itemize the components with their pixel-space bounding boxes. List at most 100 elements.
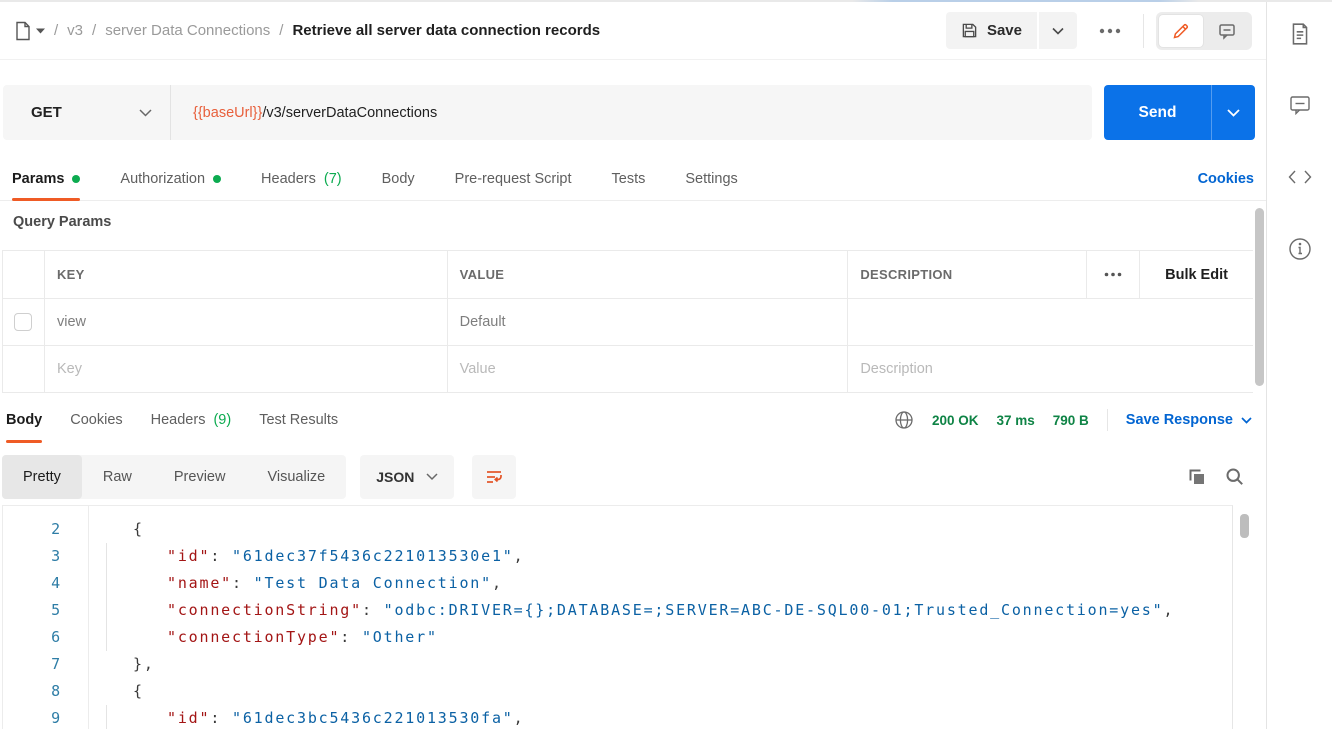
column-header-value: VALUE <box>448 251 849 298</box>
request-tab[interactable]: Headers (7) <box>261 158 342 200</box>
request-tab-bar: Params Authorization Headers (7) Body Pr… <box>0 158 1266 201</box>
code-line: 9 "id": "61dec3bc5436c221013530fa", <box>3 705 1232 729</box>
request-url-container: GET {{baseUrl}}/v3/serverDataConnections <box>3 85 1092 140</box>
sidebar-code-button[interactable] <box>1286 163 1314 191</box>
request-tab[interactable]: Authorization <box>120 158 221 200</box>
response-body-viewer[interactable]: 2 { 3 "id": "61dec37f5436c221013530e1", … <box>2 505 1233 729</box>
line-number: 5 <box>3 597 88 624</box>
cookies-link[interactable]: Cookies <box>1198 171 1254 187</box>
param-value[interactable]: Default <box>448 299 849 345</box>
copy-icon <box>1187 467 1207 487</box>
more-horizontal-icon <box>1099 28 1121 34</box>
response-view-tab[interactable]: Visualize <box>246 455 346 499</box>
response-scrollbar[interactable] <box>1240 514 1249 538</box>
breadcrumb-request-title[interactable]: Retrieve all server data connection reco… <box>292 22 600 39</box>
new-value-input[interactable]: Value <box>448 346 849 392</box>
response-tab[interactable]: Test Results <box>259 398 338 442</box>
chevron-down-caret-icon <box>36 28 45 34</box>
response-time: 37 ms <box>996 413 1034 428</box>
send-options-button[interactable] <box>1211 85 1255 140</box>
response-tab[interactable]: Headers (9) <box>151 398 232 442</box>
save-button[interactable]: Save <box>946 12 1037 49</box>
more-options-button[interactable] <box>1089 20 1131 42</box>
code-text: "id": "61dec37f5436c221013530e1", <box>88 543 1232 570</box>
request-tab[interactable]: Pre-request Script <box>455 158 572 200</box>
send-button[interactable]: Send <box>1104 85 1211 140</box>
request-tab[interactable]: Body <box>382 158 415 200</box>
tab-status-dot <box>213 175 221 183</box>
line-number: 2 <box>3 516 88 543</box>
url-input[interactable]: {{baseUrl}}/v3/serverDataConnections <box>171 85 437 140</box>
sidebar-comments-button[interactable] <box>1286 91 1314 119</box>
search-response-button[interactable] <box>1225 467 1245 487</box>
code-text: "id": "61dec3bc5436c221013530fa", <box>88 705 1232 729</box>
request-type-dropdown[interactable] <box>14 21 45 41</box>
response-tab[interactable]: Body <box>6 398 42 442</box>
new-key-input[interactable]: Key <box>45 346 448 392</box>
save-response-button[interactable]: Save Response <box>1126 412 1252 428</box>
tab-label: Tests <box>612 171 646 187</box>
line-number: 4 <box>3 570 88 597</box>
bulk-edit-button[interactable]: Bulk Edit <box>1140 251 1253 298</box>
status-code: 200 OK <box>932 413 979 428</box>
tab-label: Body <box>6 412 42 428</box>
param-description[interactable] <box>848 299 1253 345</box>
header-actions: Save <box>946 12 1252 50</box>
wrap-text-icon <box>484 467 504 487</box>
wrap-text-button[interactable] <box>472 455 516 499</box>
save-response-label: Save Response <box>1126 412 1233 428</box>
chevron-down-icon <box>426 473 438 481</box>
sidebar-documentation-button[interactable] <box>1286 20 1314 48</box>
tab-count: (7) <box>324 171 342 187</box>
request-tab[interactable]: Tests <box>612 158 646 200</box>
tab-label: Pre-request Script <box>455 171 572 187</box>
request-tab[interactable]: Settings <box>685 158 737 200</box>
line-number: 6 <box>3 624 88 651</box>
method-select[interactable]: GET <box>3 85 171 140</box>
save-button-label: Save <box>987 22 1022 39</box>
row-checkbox[interactable] <box>14 313 32 331</box>
param-key[interactable]: view <box>45 299 448 345</box>
request-url-row: GET {{baseUrl}}/v3/serverDataConnections… <box>3 85 1255 140</box>
code-line: 3 "id": "61dec37f5436c221013530e1", <box>3 543 1232 570</box>
chevron-down-icon <box>1052 27 1064 35</box>
code-icon <box>1288 167 1312 187</box>
globe-icon[interactable] <box>894 410 914 430</box>
breadcrumb-collection[interactable]: v3 <box>67 22 83 39</box>
tab-label: Test Results <box>259 412 338 428</box>
info-icon <box>1288 237 1312 261</box>
edit-mode-button[interactable] <box>1159 15 1203 47</box>
response-tools <box>1187 467 1253 487</box>
breadcrumb-separator: / <box>92 22 96 39</box>
params-scrollbar[interactable] <box>1255 208 1264 386</box>
code-text: "name": "Test Data Connection", <box>88 570 1232 597</box>
breadcrumb: / v3 / server Data Connections / Retriev… <box>14 21 600 41</box>
url-variable: {{baseUrl}} <box>193 105 262 121</box>
method-label: GET <box>31 104 62 121</box>
response-tab[interactable]: Cookies <box>70 398 122 442</box>
response-view-segmented-control: PrettyRawPreviewVisualize <box>2 455 346 499</box>
save-button-group: Save <box>946 12 1077 49</box>
save-options-button[interactable] <box>1039 12 1077 49</box>
breadcrumb-folder[interactable]: server Data Connections <box>105 22 270 39</box>
response-status-bar: 200 OK 37 ms 790 B Save Response <box>894 398 1252 442</box>
save-floppy-icon <box>961 22 978 39</box>
new-description-input[interactable]: Description <box>848 346 1253 392</box>
format-select[interactable]: JSON <box>360 455 454 499</box>
response-view-tab[interactable]: Pretty <box>2 455 82 499</box>
request-tab[interactable]: Params <box>12 158 80 200</box>
param-row: view Default <box>3 299 1253 346</box>
search-icon <box>1225 467 1245 487</box>
code-line: 7 }, <box>3 651 1232 678</box>
response-view-tab[interactable]: Preview <box>153 455 247 499</box>
copy-response-button[interactable] <box>1187 467 1207 487</box>
column-options-button[interactable] <box>1087 251 1140 298</box>
query-params-title: Query Params <box>13 214 111 230</box>
sidebar-info-button[interactable] <box>1286 235 1314 263</box>
comment-icon <box>1218 22 1236 40</box>
code-text: { <box>88 678 1232 705</box>
comment-mode-button[interactable] <box>1205 15 1249 47</box>
url-path: /v3/serverDataConnections <box>262 105 437 121</box>
response-view-tab[interactable]: Raw <box>82 455 153 499</box>
request-header-bar: / v3 / server Data Connections / Retriev… <box>0 2 1266 60</box>
